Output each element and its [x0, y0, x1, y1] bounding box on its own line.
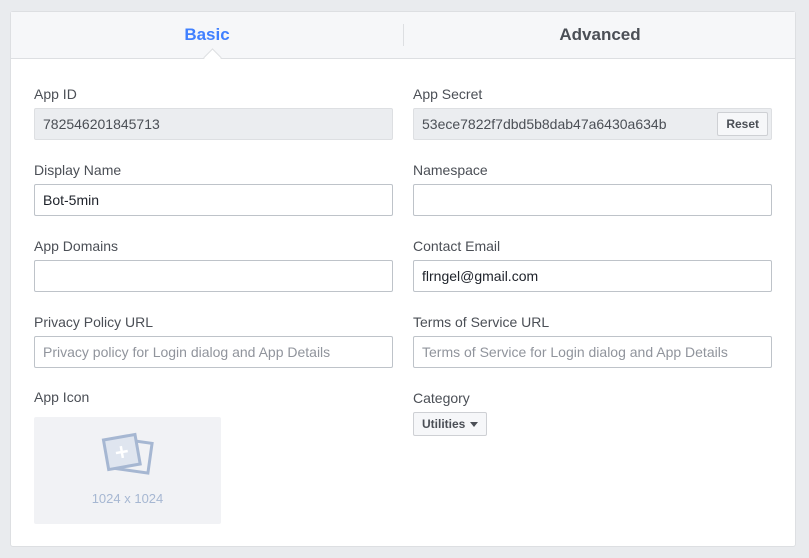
namespace-label: Namespace [413, 162, 488, 178]
app-domains-input[interactable] [34, 260, 393, 292]
app-icon-upload[interactable]: 1024 x 1024 [34, 417, 221, 524]
reset-secret-button[interactable]: Reset [717, 112, 768, 136]
category-dropdown[interactable]: Utilities [413, 412, 488, 436]
privacy-policy-url-label: Privacy Policy URL [34, 314, 154, 330]
app-id-field: 782546201845713 [34, 108, 393, 140]
category-selected: Utilities [422, 417, 466, 431]
app-id-label: App ID [34, 86, 77, 102]
terms-of-service-url-label: Terms of Service URL [413, 314, 550, 330]
app-id-value: 782546201845713 [43, 116, 160, 132]
terms-of-service-url-input[interactable] [413, 336, 772, 368]
privacy-policy-url-input[interactable] [34, 336, 393, 368]
app-secret-field: 53ece7822f7dbd5b8dab47a6430a634b Reset [413, 108, 772, 140]
display-name-label: Display Name [34, 162, 122, 178]
app-secret-label: App Secret [413, 86, 483, 102]
app-settings-panel: Basic Advanced App ID 782546201845713 Ap… [10, 11, 796, 547]
display-name-input[interactable] [34, 184, 393, 216]
app-domains-label: App Domains [34, 238, 119, 254]
tab-advanced[interactable]: Advanced [404, 12, 796, 58]
add-photo-icon [101, 432, 154, 475]
category-label: Category [413, 390, 470, 406]
app-secret-value: 53ece7822f7dbd5b8dab47a6430a634b [422, 116, 667, 132]
contact-email-input[interactable] [413, 260, 772, 292]
app-icon-label: App Icon [34, 389, 90, 405]
namespace-input[interactable] [413, 184, 772, 216]
tab-basic[interactable]: Basic [11, 12, 403, 58]
icon-dimensions: 1024 x 1024 [91, 491, 164, 506]
chevron-down-icon [470, 421, 479, 427]
tab-bar: Basic Advanced [11, 12, 795, 59]
contact-email-label: Contact Email [413, 238, 501, 254]
